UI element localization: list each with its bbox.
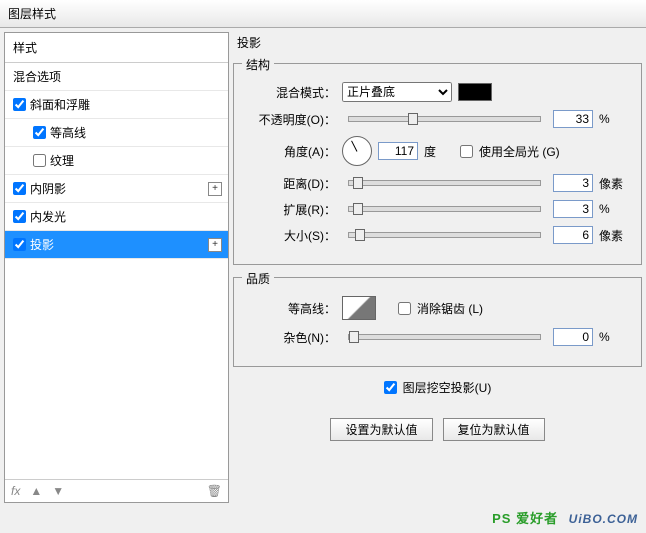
distance-slider[interactable]	[348, 180, 541, 186]
watermark-tag: PS 爱好者	[492, 511, 558, 526]
contour-picker[interactable]	[342, 296, 376, 320]
style-item-0[interactable]: 混合选项	[5, 63, 228, 91]
distance-input[interactable]	[553, 174, 593, 192]
fx-toolbar: fx ▲ ▼ 🗑	[5, 479, 228, 502]
opacity-slider[interactable]	[348, 116, 541, 122]
noise-label: 杂色(N)：	[246, 329, 336, 346]
add-effect-icon[interactable]: +	[208, 238, 222, 252]
blend-mode-label: 混合模式：	[246, 84, 336, 101]
style-item-3[interactable]: 纹理	[5, 147, 228, 175]
distance-unit: 像素	[599, 175, 629, 192]
styles-header: 样式	[5, 33, 228, 63]
noise-input[interactable]	[553, 328, 593, 346]
angle-label: 角度(A)：	[246, 143, 336, 160]
quality-group: 品质 等高线： 消除锯齿 (L) 杂色(N)： %	[233, 277, 642, 367]
style-checkbox[interactable]	[13, 210, 26, 223]
style-checkbox[interactable]	[13, 98, 26, 111]
style-label: 等高线	[50, 124, 86, 141]
global-light-label: 使用全局光 (G)	[479, 143, 560, 160]
style-label: 斜面和浮雕	[30, 96, 90, 113]
make-default-button[interactable]: 设置为默认值	[330, 418, 432, 441]
size-unit: 像素	[599, 227, 629, 244]
layer-style-dialog: 图层样式 样式 混合选项斜面和浮雕等高线纹理内阴影+内发光投影+ fx ▲ ▼ …	[0, 0, 646, 533]
contour-label: 等高线：	[246, 300, 336, 317]
opacity-unit: %	[599, 112, 629, 126]
size-input[interactable]	[553, 226, 593, 244]
style-checkbox[interactable]	[13, 182, 26, 195]
knockout-label: 图层挖空投影(U)	[403, 379, 492, 396]
angle-dial[interactable]	[342, 136, 372, 166]
style-label: 纹理	[50, 152, 74, 169]
titlebar[interactable]: 图层样式	[0, 0, 646, 28]
global-light-checkbox[interactable]	[460, 145, 473, 158]
spread-input[interactable]	[553, 200, 593, 218]
quality-title: 品质	[242, 270, 274, 287]
style-checkbox[interactable]	[13, 238, 26, 251]
style-label: 内发光	[30, 208, 66, 225]
shadow-color-swatch[interactable]	[458, 83, 492, 101]
trash-icon[interactable]: 🗑	[207, 484, 222, 498]
opacity-input[interactable]	[553, 110, 593, 128]
style-item-4[interactable]: 内阴影 +	[5, 175, 228, 203]
style-checkbox[interactable]	[33, 126, 46, 139]
style-label: 内阴影	[30, 180, 66, 197]
watermark: PS 爱好者 UiBO.COM	[492, 506, 638, 529]
spread-label: 扩展(R)：	[246, 201, 336, 218]
spread-unit: %	[599, 202, 629, 216]
fx-label[interactable]: fx	[11, 484, 20, 498]
style-item-6[interactable]: 投影 +	[5, 231, 228, 259]
antialias-label: 消除锯齿 (L)	[417, 300, 483, 317]
blend-mode-select[interactable]: 正片叠底	[342, 82, 452, 102]
window-title: 图层样式	[8, 7, 56, 21]
reset-default-button[interactable]: 复位为默认值	[443, 418, 545, 441]
add-effect-icon[interactable]: +	[208, 182, 222, 196]
structure-group: 结构 混合模式： 正片叠底 不透明度(O)： % 角度(A)： 度	[233, 63, 642, 265]
style-item-1[interactable]: 斜面和浮雕	[5, 91, 228, 119]
watermark-url: UiBO.COM	[569, 512, 638, 526]
knockout-checkbox[interactable]	[384, 381, 397, 394]
opacity-label: 不透明度(O)：	[246, 111, 336, 128]
noise-slider[interactable]	[348, 334, 541, 340]
style-item-2[interactable]: 等高线	[5, 119, 228, 147]
settings-panel: 投影 结构 混合模式： 正片叠底 不透明度(O)： % 角度(A)：	[233, 32, 642, 503]
distance-label: 距离(D)：	[246, 175, 336, 192]
styles-sidebar: 样式 混合选项斜面和浮雕等高线纹理内阴影 + 内发光投影 + fx ▲ ▼ 🗑	[4, 32, 229, 503]
noise-unit: %	[599, 330, 629, 344]
angle-input[interactable]	[378, 142, 418, 160]
style-item-5[interactable]: 内发光	[5, 203, 228, 231]
arrow-up-icon[interactable]: ▲	[30, 484, 42, 498]
antialias-checkbox[interactable]	[398, 302, 411, 315]
style-label: 混合选项	[13, 68, 61, 85]
angle-unit: 度	[424, 143, 454, 160]
size-slider[interactable]	[348, 232, 541, 238]
arrow-down-icon[interactable]: ▼	[52, 484, 64, 498]
spread-slider[interactable]	[348, 206, 541, 212]
structure-title: 结构	[242, 56, 274, 73]
styles-list: 混合选项斜面和浮雕等高线纹理内阴影 + 内发光投影 +	[5, 63, 228, 479]
size-label: 大小(S)：	[246, 227, 336, 244]
style-checkbox[interactable]	[33, 154, 46, 167]
panel-title: 投影	[233, 36, 261, 50]
style-label: 投影	[30, 236, 54, 253]
